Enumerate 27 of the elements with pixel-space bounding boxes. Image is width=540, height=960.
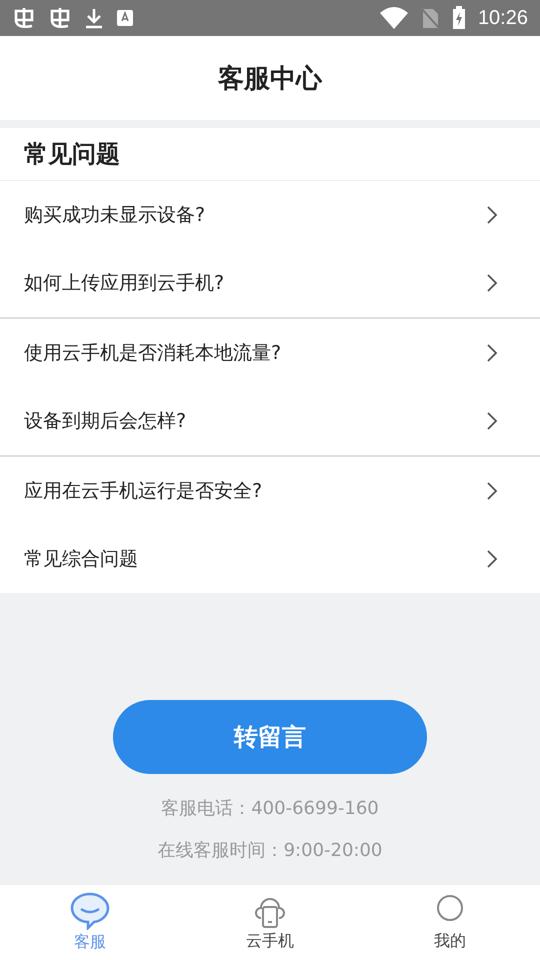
faq-item[interactable]: 应用在云手机运行是否安全? [0, 457, 540, 525]
chevron-right-icon [486, 411, 498, 431]
nav-tab[interactable]: 云手机 [180, 885, 360, 960]
keyboard-icon [116, 9, 134, 27]
nav-tab[interactable]: 我的 [360, 885, 540, 960]
wifi-icon [380, 7, 408, 29]
download-icon [84, 7, 104, 29]
chevron-right-icon [486, 205, 498, 225]
faq-item[interactable]: 使用云手机是否消耗本地流量? [0, 319, 540, 387]
notification-icon [12, 7, 36, 29]
notification-icon [48, 7, 72, 29]
section-title: 常见问题 [24, 139, 120, 170]
battery-icon [452, 6, 466, 30]
clock: 10:26 [478, 6, 528, 30]
leave-message-button[interactable]: 转留言 [113, 700, 427, 774]
chevron-right-icon [486, 481, 498, 501]
chevron-right-icon [486, 273, 498, 293]
page-title: 客服中心 [218, 62, 322, 96]
faq-item[interactable]: 设备到期后会怎样? [0, 387, 540, 455]
faq-item[interactable]: 如何上传应用到云手机? [0, 249, 540, 317]
faq-item[interactable]: 常见综合问题 [0, 525, 540, 593]
contact-info: 在线客服时间：9:00-20:00 [158, 839, 382, 863]
chevron-right-icon [486, 549, 498, 569]
chevron-right-icon [486, 343, 498, 363]
contact-info: 客服电话：400-6699-160 [161, 797, 379, 821]
faq-item[interactable]: 购买成功未显示设备? [0, 181, 540, 249]
chat-bubble-icon [70, 892, 110, 930]
